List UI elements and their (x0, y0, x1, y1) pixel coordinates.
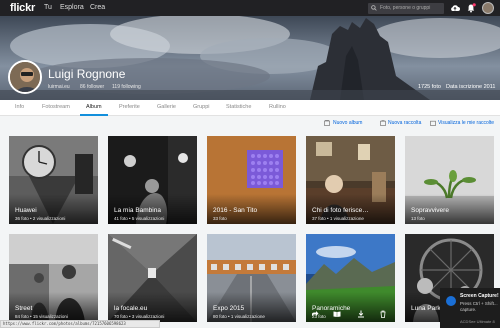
album-title: Luna Park (411, 305, 441, 312)
active-tab-indicator (80, 114, 108, 116)
album-count: 41 foto • 5 visualizzazioni (114, 216, 165, 221)
album-hover-actions (305, 306, 394, 322)
album-card[interactable]: La mia Bambina 41 foto • 5 visualizzazio… (108, 136, 197, 224)
tab-preferite[interactable]: Preferite (119, 104, 140, 110)
new-album-link[interactable]: Nuovo album (333, 120, 362, 126)
status-bar-url: https://www.flickr.com/photos/albums/721… (0, 320, 160, 328)
tab-fotostream[interactable]: Fotostream (42, 104, 70, 110)
nav-explore[interactable]: Esplora (60, 4, 84, 11)
album-count: 13 foto (411, 216, 425, 221)
album-title: Sopravvivere (411, 207, 449, 214)
album-card[interactable]: Sopravvivere 13 foto (405, 136, 494, 224)
tab-statistiche[interactable]: Statistiche (226, 104, 251, 110)
following-count[interactable]: 119 following (112, 84, 141, 90)
album-count: 70 foto • 3 visualizzazioni (114, 314, 165, 319)
album-count: 36 foto • 2 visualizzazioni (15, 216, 66, 221)
view-collections-icon (430, 120, 436, 126)
album-count: 37 foto • 1 visualizzazione (312, 216, 364, 221)
share-icon[interactable] (311, 310, 319, 318)
album-card[interactable]: Huawei 36 foto • 2 visualizzazioni (9, 136, 98, 224)
upload-cloud-icon[interactable] (450, 3, 460, 13)
toast-body: Press Ctrl + Shift... capture. (460, 301, 498, 312)
toast-title: Screen Capture! (460, 293, 499, 299)
album-card[interactable]: Street 84 foto • 15 visualizzazioni (9, 234, 98, 322)
download-icon[interactable] (357, 310, 365, 318)
album-title: La mia Bambina (114, 207, 161, 214)
profile-avatar[interactable] (8, 60, 42, 94)
toast-source: ACDSee Ultimate 8 (460, 319, 495, 324)
followers-count[interactable]: 86 follower (80, 84, 104, 90)
tab-rullino[interactable]: Rullino (269, 104, 286, 110)
new-collection-icon (380, 120, 386, 126)
screen-capture-toast[interactable]: Screen Capture! Press Ctrl + Shift... ca… (440, 288, 500, 328)
new-collection-link[interactable]: Nuova raccolta (388, 120, 421, 126)
album-card[interactable]: Expo 2015 80 foto • 1 visualizzazione (207, 234, 296, 322)
join-date: Data iscrizione 2011 (446, 84, 496, 90)
tab-album[interactable]: Album (86, 104, 102, 110)
info-icon (446, 296, 456, 306)
album-count: 33 foto (213, 216, 227, 221)
tab-gruppi[interactable]: Gruppi (193, 104, 210, 110)
album-title: Chi di foto ferisce… (312, 207, 369, 214)
open-book-icon[interactable] (333, 310, 341, 318)
album-title: Street (15, 305, 33, 312)
profile-name: Luigi Rognone (48, 67, 126, 81)
tab-info[interactable]: Info (15, 104, 24, 110)
photo-count: 1725 foto (418, 84, 441, 90)
album-count: 80 foto • 1 visualizzazione (213, 314, 265, 319)
user-avatar[interactable] (482, 2, 494, 14)
flickr-logo[interactable]: flickr (10, 2, 35, 14)
tab-gallerie[interactable]: Gallerie (157, 104, 176, 110)
album-title: la focale.eu (114, 305, 148, 312)
nav-you[interactable]: Tu (44, 4, 52, 11)
nav-create[interactable]: Crea (90, 4, 105, 11)
album-card[interactable]: 2016 - San Tito 33 foto (207, 136, 296, 224)
album-title: 2016 - San Tito (213, 207, 258, 214)
notifications-bell-icon[interactable] (466, 3, 476, 13)
new-album-icon (324, 120, 330, 126)
album-title: Huawei (15, 207, 37, 214)
profile-tabs: Info Fotostream Album Preferite Gallerie… (0, 100, 500, 116)
album-card[interactable]: la focale.eu 70 foto • 3 visualizzazioni (108, 234, 197, 322)
album-title: Expo 2015 (213, 305, 245, 312)
album-card[interactable]: Chi di foto ferisce… 37 foto • 1 visuali… (306, 136, 395, 224)
search-input[interactable]: Foto, persone o gruppi (368, 3, 444, 14)
search-placeholder: Foto, persone o gruppi (380, 5, 431, 11)
album-count: 84 foto • 15 visualizzazioni (15, 314, 68, 319)
delete-icon[interactable] (379, 310, 387, 318)
view-collections-link[interactable]: Visualizza le mie raccolte (438, 120, 494, 126)
search-icon (371, 5, 377, 11)
profile-username: luirmai.eu (48, 84, 70, 90)
top-navigation-bar: flickr Tu Esplora Crea Foto, persone o g… (0, 0, 500, 16)
